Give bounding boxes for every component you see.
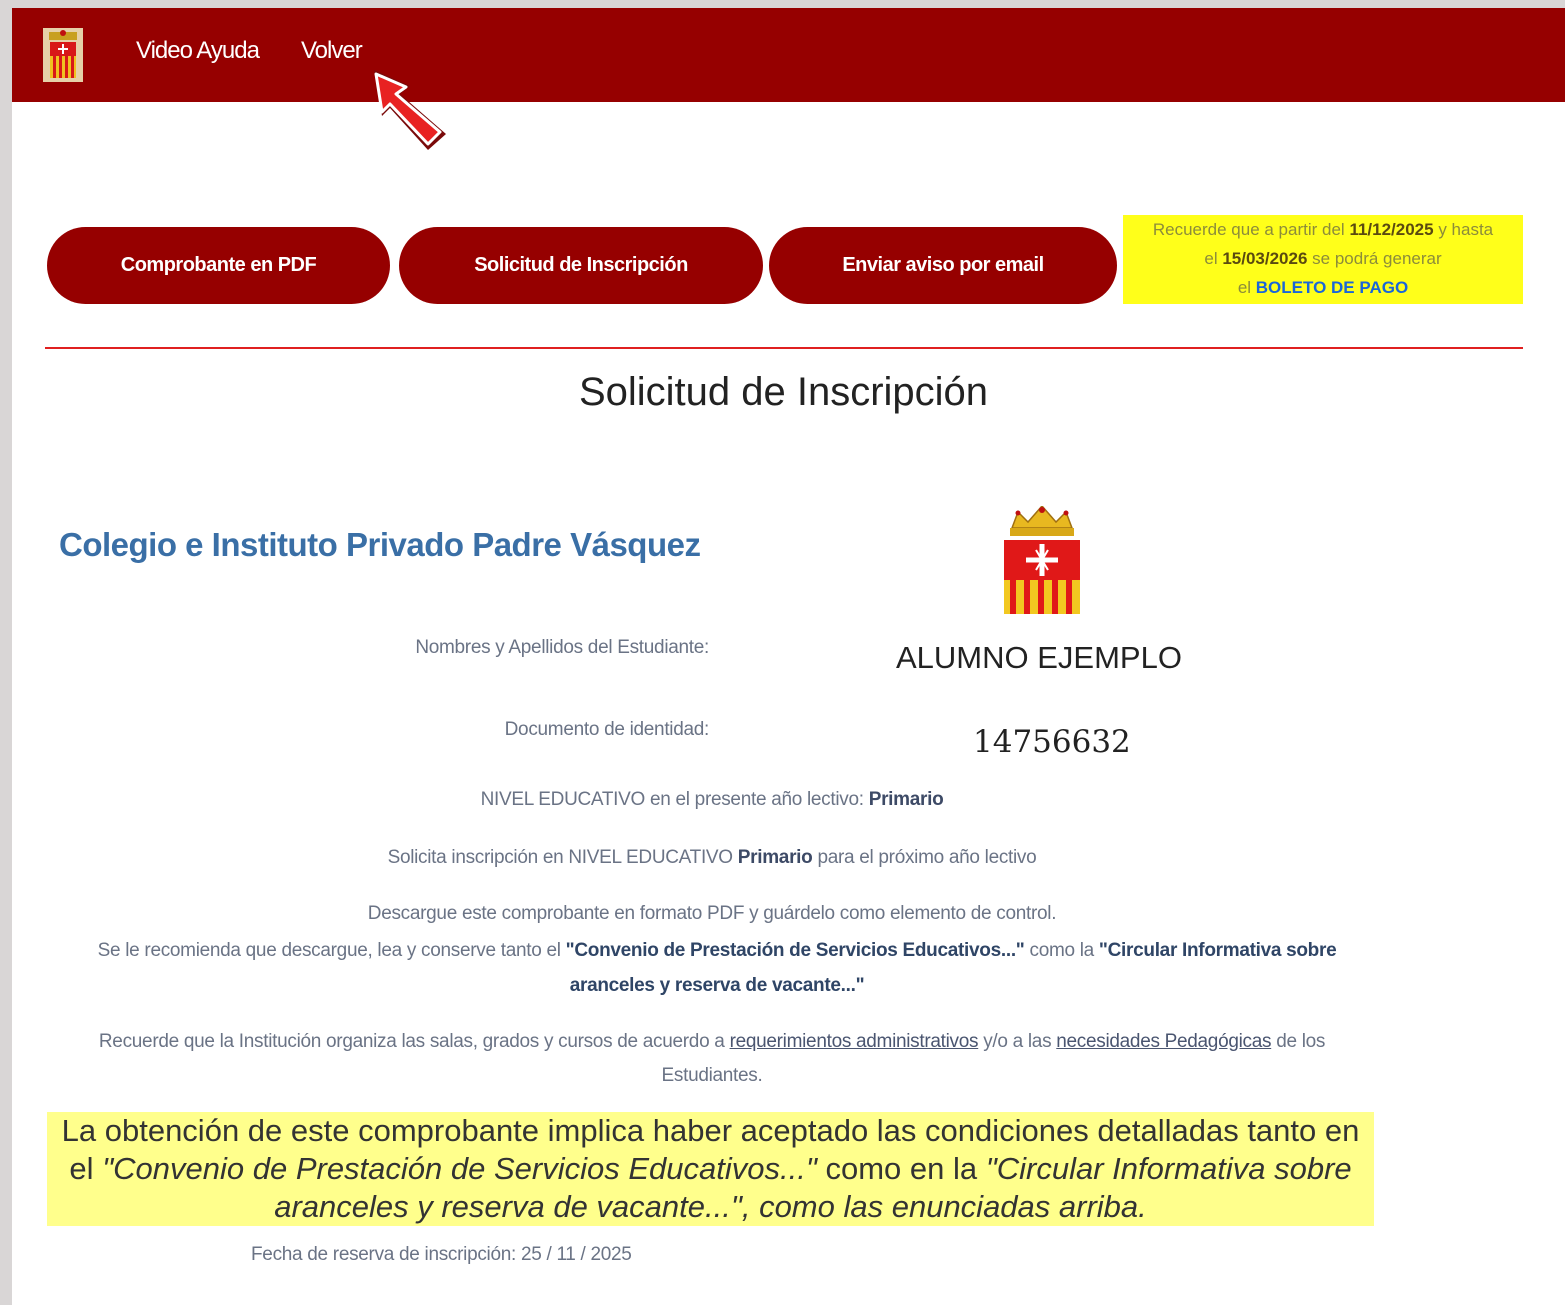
- page-title: Solicitud de Inscripción: [578, 370, 989, 414]
- current-level-value: Primario: [868, 789, 944, 810]
- student-doc-label: Documento de identidad:: [504, 719, 710, 740]
- reservation-label: Fecha de reserva de inscripción:: [251, 1244, 516, 1265]
- student-name-label: Nombres y Apellidos del Estudiante:: [415, 637, 709, 658]
- notice-date-from: 11/12/2025: [1349, 220, 1434, 239]
- convenio-ref: "Convenio de Prestación de Servicios Edu…: [565, 940, 1025, 961]
- top-navbar: Video Ayuda Volver: [12, 8, 1565, 102]
- nav-back-link[interactable]: Volver: [301, 37, 363, 65]
- requested-level-suffix: para el próximo año lectivo: [817, 847, 1037, 868]
- institution-prefix: Recuerde que la Institución organiza las…: [98, 1031, 725, 1052]
- current-level-label: NIVEL EDUCATIVO en el presente año lecti…: [480, 789, 864, 810]
- reservation-date: Fecha de reserva de inscripción: 25 / 11…: [251, 1244, 632, 1266]
- requested-level-prefix: Solicita inscripción en NIVEL EDUCATIVO: [387, 847, 734, 868]
- enrollment-request-button[interactable]: Solicitud de Inscripción: [399, 227, 763, 304]
- requested-level-line: Solicita inscripción en NIVEL EDUCATIVO …: [12, 847, 1412, 869]
- notice-mid1: y hasta: [1438, 220, 1494, 239]
- divider: [45, 347, 1523, 349]
- institution-mid: y/o a las: [983, 1031, 1052, 1052]
- recommendation-mid: como la: [1029, 940, 1095, 961]
- acceptance-mid: como en la: [825, 1151, 978, 1186]
- crest-icon: [1004, 506, 1080, 614]
- recommendation-prefix: Se le recomienda que descargue, lea y co…: [97, 940, 561, 961]
- nav-video-help-link[interactable]: Video Ayuda: [136, 37, 260, 65]
- notice-el: el: [1204, 249, 1218, 268]
- school-name: Colegio e Instituto Privado Padre Vásque…: [59, 526, 701, 563]
- red-arrow-pointer-icon: [374, 70, 446, 150]
- page: Video Ayuda Volver Comprobante en PDF So…: [12, 8, 1565, 1305]
- send-email-button[interactable]: Enviar aviso por email: [769, 227, 1117, 304]
- institution-text: Recuerde que la Institución organiza las…: [62, 1025, 1362, 1093]
- current-level-line: NIVEL EDUCATIVO en el presente año lecti…: [12, 789, 1412, 811]
- download-instruction: Descargue este comprobante en formato PD…: [367, 903, 1057, 924]
- notice-el2: el: [1237, 278, 1252, 297]
- crest-logo-icon[interactable]: [43, 28, 83, 82]
- acceptance-highlight: La obtención de este comprobante implica…: [47, 1112, 1374, 1226]
- requested-level-value: Primario: [737, 847, 813, 868]
- student-name: ALUMNO EJEMPLO: [896, 640, 1182, 675]
- reservation-value: 25 / 11 / 2025: [520, 1244, 632, 1265]
- recommendation-text: Se le recomienda que descargue, lea y co…: [72, 933, 1362, 1003]
- notice-mid2: se podrá generar: [1312, 249, 1442, 268]
- pdf-receipt-button[interactable]: Comprobante en PDF: [47, 227, 390, 304]
- student-doc: 14756632: [973, 724, 1131, 760]
- needs-link[interactable]: necesidades Pedagógicas: [1056, 1031, 1271, 1052]
- requirements-link[interactable]: requerimientos administrativos: [730, 1031, 979, 1052]
- payment-slip-link[interactable]: BOLETO DE PAGO: [1256, 278, 1408, 297]
- notice-prefix: Recuerde que a partir del: [1152, 220, 1345, 239]
- acceptance-convenio: "Convenio de Prestación de Servicios Edu…: [102, 1151, 817, 1186]
- payment-notice: Recuerde que a partir del 11/12/2025 y h…: [1123, 215, 1523, 304]
- notice-date-to: 15/03/2026: [1222, 249, 1308, 268]
